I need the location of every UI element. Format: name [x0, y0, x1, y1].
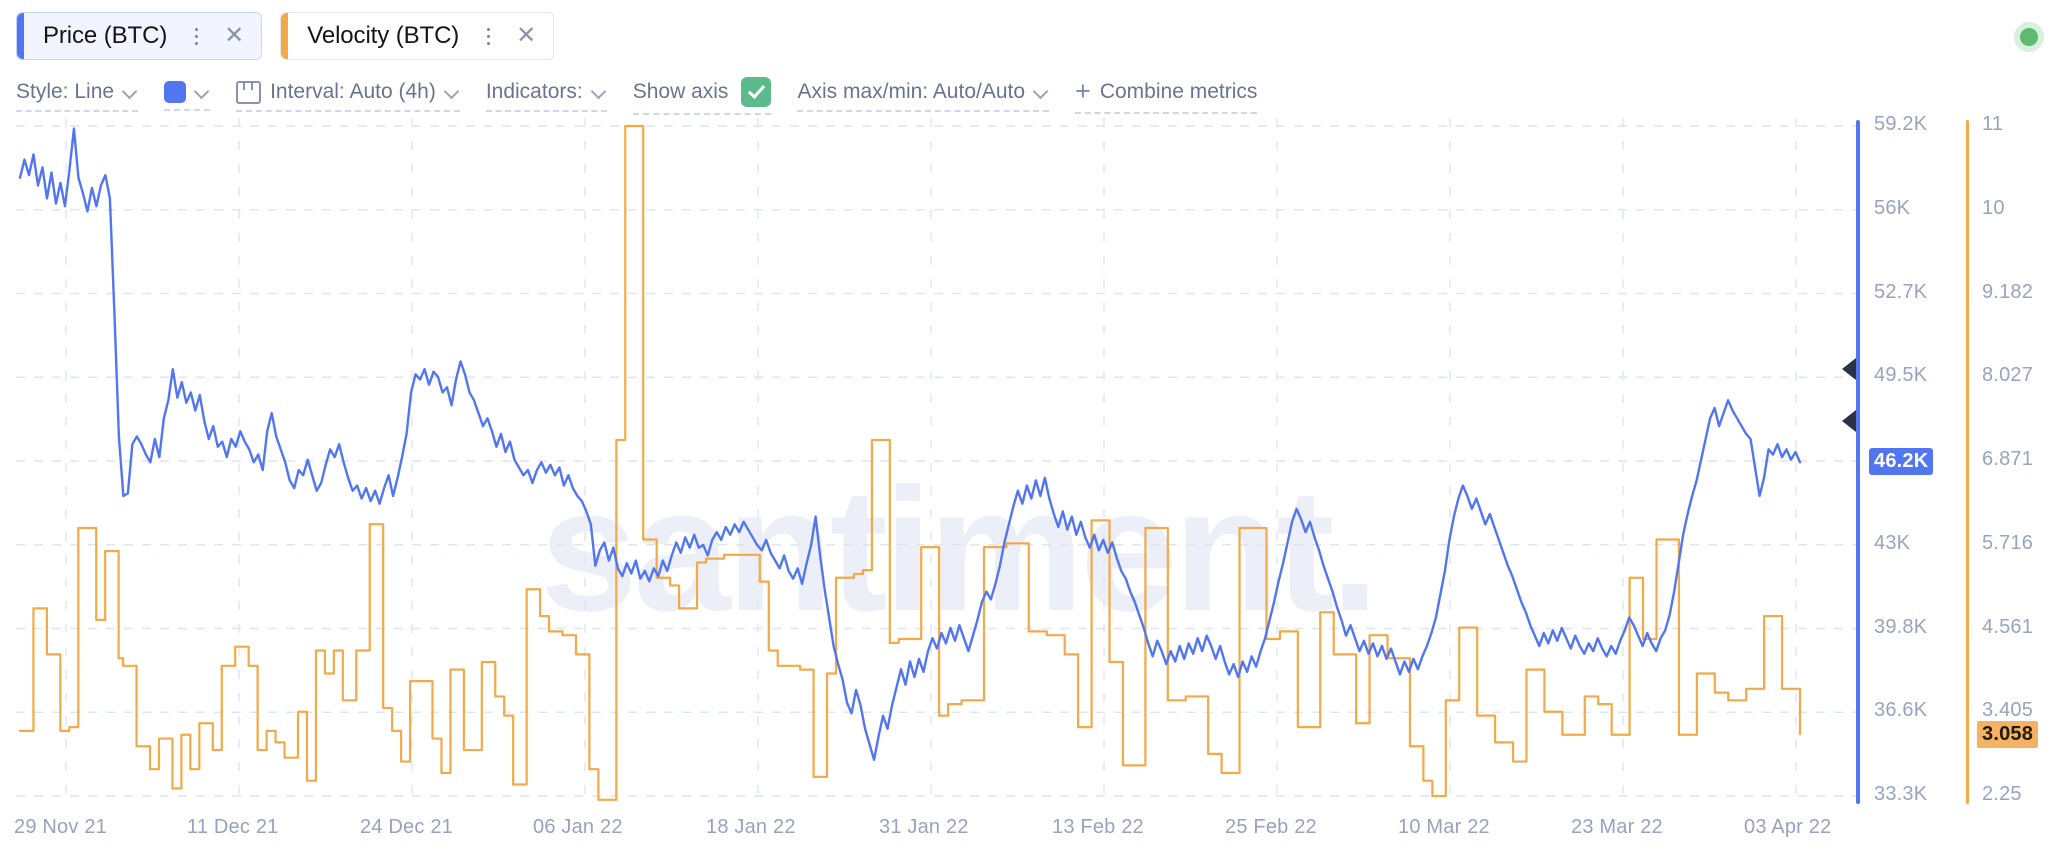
axis-tick: 8.027 — [1982, 364, 2033, 387]
axis-tick: 9.182 — [1982, 281, 2033, 304]
x-axis-tick: 06 Jan 22 — [533, 816, 623, 839]
kebab-menu-icon[interactable] — [183, 21, 209, 51]
color-swatch — [164, 81, 186, 103]
y-axis-velocity[interactable]: 11109.1828.0276.8715.7164.5613.4052.253.… — [1966, 118, 2062, 804]
plus-icon: + — [1075, 78, 1091, 105]
axis-minmax-label: Axis max/min: Auto/Auto — [797, 80, 1025, 104]
chevron-down-icon — [1034, 86, 1049, 95]
axis-tick: 52.7K — [1874, 281, 1927, 304]
price-marker-lower — [1842, 410, 1856, 432]
status-dot — [2020, 28, 2038, 46]
x-axis-tick: 10 Mar 22 — [1398, 816, 1490, 839]
axis-tick: 39.8K — [1874, 616, 1927, 639]
connection-status-indicator — [2014, 22, 2044, 52]
axis-tick: 49.5K — [1874, 364, 1927, 387]
chevron-down-icon — [445, 86, 460, 95]
axis-tick-highlighted: 46.2K — [1869, 448, 1933, 475]
x-axis-tick: 31 Jan 22 — [879, 816, 969, 839]
axis-tick: 11 — [1982, 113, 2003, 136]
interval-label: Interval: Auto (4h) — [270, 80, 436, 104]
axis-current-value: 3.058 — [1977, 721, 2038, 748]
style-label: Style: Line — [16, 80, 114, 104]
indicators-label: Indicators: — [486, 80, 583, 104]
plot-area[interactable] — [16, 118, 1856, 804]
check-icon — [748, 81, 765, 99]
axis-tick: 56K — [1874, 197, 1910, 220]
chevron-down-icon — [195, 86, 210, 95]
chevron-down-icon — [592, 86, 607, 95]
y-axis-price[interactable]: 59.2K56K52.7K49.5K46.2K43K39.8K36.6K33.3… — [1856, 118, 1952, 804]
plot-svg — [16, 118, 1856, 804]
axis-tick: 6.871 — [1982, 448, 2033, 471]
close-icon[interactable]: ✕ — [221, 23, 247, 49]
close-icon[interactable]: ✕ — [513, 23, 539, 49]
axis-tick: 2.25 — [1982, 783, 2022, 806]
show-axis-toggle[interactable]: Show axis — [633, 75, 772, 115]
metric-tab-bar: Price (BTC) ✕ Velocity (BTC) ✕ — [0, 0, 2062, 72]
x-axis-tick: 24 Dec 21 — [360, 816, 453, 839]
show-axis-checkbox[interactable] — [741, 77, 771, 107]
axis-minmax-selector[interactable]: Axis max/min: Auto/Auto — [797, 78, 1049, 112]
chart-toolbar: Style: Line Interval: Auto (4h) Indicato… — [16, 72, 1283, 118]
tab-velocity-btc[interactable]: Velocity (BTC) ✕ — [280, 12, 554, 60]
x-axis: 29 Nov 21 11 Dec 21 24 Dec 21 06 Jan 22 18 J… — [0, 804, 2062, 856]
interval-icon — [236, 81, 261, 104]
axis-tick: 4.561 — [1982, 616, 2033, 639]
price-marker-upper — [1842, 358, 1856, 380]
x-axis-tick: 03 Apr 22 — [1744, 816, 1831, 839]
chart-container: santiment. 59.2K56K52.7K49.5K46.2K43K39.… — [0, 118, 2062, 856]
chevron-down-icon — [123, 86, 138, 95]
axis-tick: 3.405 — [1982, 699, 2033, 722]
indicators-selector[interactable]: Indicators: — [486, 78, 607, 112]
axis-tick: 33.3K — [1874, 783, 1927, 806]
axis-tick: 59.2K — [1874, 113, 1927, 136]
x-axis-tick: 18 Jan 22 — [706, 816, 796, 839]
kebab-menu-icon[interactable] — [475, 21, 501, 51]
x-axis-tick: 29 Nov 21 — [14, 816, 107, 839]
x-axis-tick: 13 Feb 22 — [1052, 816, 1144, 839]
tab-price-btc[interactable]: Price (BTC) ✕ — [16, 12, 262, 60]
axis-tick: 5.716 — [1982, 532, 2033, 555]
x-axis-tick: 11 Dec 21 — [187, 816, 279, 839]
interval-selector[interactable]: Interval: Auto (4h) — [236, 78, 460, 112]
x-axis-tick: 25 Feb 22 — [1225, 816, 1317, 839]
axis-tick: 43K — [1874, 532, 1910, 555]
y-axis-velocity-line — [1966, 120, 1969, 804]
tab-accent-price — [17, 13, 24, 59]
style-selector[interactable]: Style: Line — [16, 78, 138, 112]
axis-tick: 36.6K — [1874, 699, 1927, 722]
combine-metrics-button[interactable]: + Combine metrics — [1075, 77, 1257, 114]
tab-accent-velocity — [281, 13, 288, 59]
color-selector[interactable] — [164, 79, 210, 111]
tab-label-price: Price (BTC) — [43, 22, 167, 50]
show-axis-label: Show axis — [633, 80, 729, 104]
combine-metrics-label: Combine metrics — [1100, 80, 1258, 104]
chart-app: Price (BTC) ✕ Velocity (BTC) ✕ Style: Li… — [0, 0, 2062, 856]
y-axis-price-line — [1856, 120, 1860, 804]
tab-label-velocity: Velocity (BTC) — [307, 22, 459, 50]
axis-tick: 10 — [1982, 197, 2005, 220]
x-axis-tick: 23 Mar 22 — [1571, 816, 1663, 839]
